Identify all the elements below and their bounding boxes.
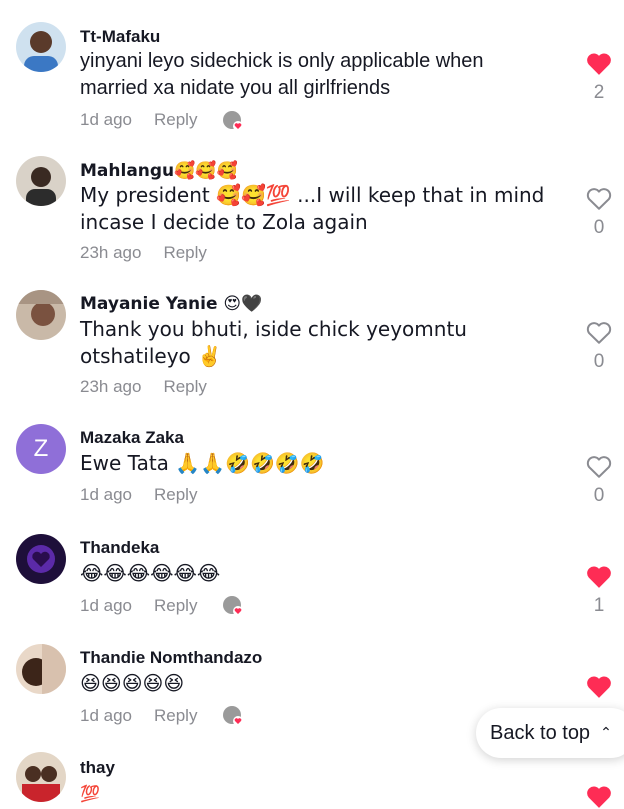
avatar[interactable] (16, 752, 66, 802)
heart-outline-icon (586, 322, 612, 344)
avatar[interactable] (16, 156, 66, 206)
reply-button[interactable]: Reply (163, 377, 206, 396)
comment-author[interactable]: thay (80, 758, 115, 778)
comment-author[interactable]: Mayanie Yanie 😍🖤 (80, 294, 262, 314)
comment-meta: 1d ago Reply (80, 485, 197, 505)
reply-button[interactable]: Reply (154, 110, 197, 129)
heart-filled-icon (587, 566, 611, 588)
comment-text: 😂😂😂😂😂😂 (80, 561, 221, 585)
comment-time: 23h ago (80, 377, 142, 396)
comment-time: 1d ago (80, 110, 132, 129)
comment-author[interactable]: Mazaka Zaka (80, 428, 184, 448)
comment-meta: 1d ago Reply (80, 706, 197, 726)
avatar[interactable] (16, 644, 66, 694)
comment-time: 23h ago (80, 243, 142, 262)
comment-author[interactable]: Tt-Mafaku (80, 27, 160, 47)
comment-author[interactable]: Thandeka (80, 538, 159, 558)
comment-time: 1d ago (80, 596, 132, 615)
comment-text: yinyani leyo sidechick is only applicabl… (80, 50, 484, 99)
reply-button[interactable]: Reply (154, 706, 197, 725)
heart-filled-icon (587, 786, 611, 808)
comment-time: 1d ago (80, 706, 132, 725)
creator-liked-icon (222, 595, 244, 617)
avatar[interactable]: Z (16, 424, 66, 474)
like-count: 0 (593, 351, 605, 372)
comment-time: 1d ago (80, 485, 132, 504)
reply-button[interactable]: Reply (154, 596, 197, 615)
heart-filled-icon (587, 53, 611, 75)
reply-button[interactable]: Reply (154, 485, 197, 504)
comment-text: Thank you bhuti, iside chick yeyomntu ot… (80, 317, 467, 368)
creator-liked-icon (222, 110, 244, 132)
like-button[interactable]: 0 (584, 321, 614, 373)
heart-filled-icon (587, 676, 611, 698)
heart-outline-icon (586, 188, 612, 210)
like-button[interactable]: 1 (584, 565, 614, 617)
comment-text: Ewe Tata 🙏🙏🤣🤣🤣🤣 (80, 451, 325, 475)
like-button[interactable]: 0 (584, 455, 614, 507)
avatar[interactable] (16, 22, 66, 72)
reply-button[interactable]: Reply (163, 243, 206, 262)
like-count: 0 (593, 217, 605, 238)
comment-author[interactable]: Thandie Nomthandazo (80, 648, 262, 668)
like-button[interactable] (584, 675, 614, 699)
comment-meta: 1d ago Reply (80, 110, 197, 130)
like-button[interactable]: 0 (584, 187, 614, 239)
comment-text: My president 🥰🥰💯 ...I will keep that in … (80, 183, 545, 234)
like-count: 2 (593, 82, 605, 103)
comment-text: 💯 (80, 784, 100, 803)
back-to-top-button[interactable]: Back to top ⌃ (476, 708, 624, 758)
comment-author[interactable]: Mahlangu🥰🥰🥰 (80, 161, 238, 181)
heart-outline-icon (586, 456, 612, 478)
avatar[interactable] (16, 290, 66, 340)
comment-meta: 23h ago Reply (80, 377, 207, 397)
comment-meta: 23h ago Reply (80, 243, 207, 263)
like-button[interactable] (584, 785, 614, 809)
comment-text: 😆😆😆😆😆 (80, 671, 185, 695)
creator-liked-icon (222, 705, 244, 727)
double-chevron-up-icon: ⌃ (600, 724, 612, 740)
like-button[interactable]: 2 (584, 52, 614, 104)
back-to-top-label: Back to top (490, 722, 591, 744)
like-count: 0 (593, 485, 605, 506)
like-count: 1 (593, 595, 605, 616)
comment-meta: 1d ago Reply (80, 596, 197, 616)
avatar[interactable] (16, 534, 66, 584)
